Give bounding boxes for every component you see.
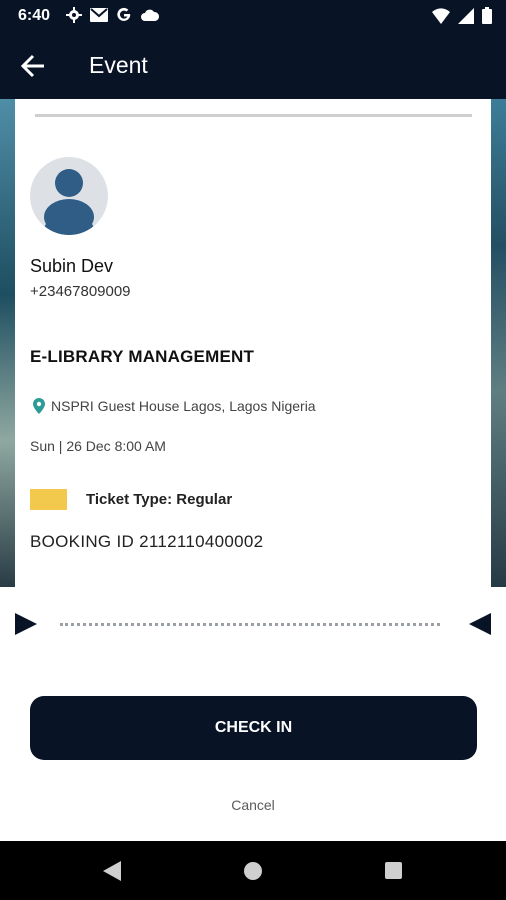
- arrow-left-icon: [20, 54, 44, 78]
- status-icons-right: [432, 7, 492, 24]
- location-pin-icon: [33, 398, 45, 414]
- attendee-name: Subin Dev: [30, 256, 114, 276]
- gear-icon: [66, 7, 82, 23]
- ticket-type-color-swatch: [30, 489, 67, 510]
- event-location-text: NSPRI Guest House Lagos, Lagos Nigeria: [51, 398, 316, 414]
- status-bar: 6:40: [0, 0, 506, 32]
- status-time: 6:40: [18, 7, 51, 24]
- status-icons-left: [66, 7, 160, 23]
- check-in-button[interactable]: CHECK IN: [30, 696, 477, 760]
- google-icon: [117, 7, 131, 21]
- event-datetime: Sun | 26 Dec 8:00 AM: [30, 438, 166, 454]
- android-nav-bar: [0, 841, 506, 900]
- user-silhouette-icon: [43, 169, 95, 235]
- booking-id: BOOKING ID 2112110400002: [30, 532, 264, 551]
- cloud-icon: [141, 9, 160, 21]
- gmail-icon: [90, 8, 108, 22]
- avatar: [30, 157, 108, 235]
- ticket-top-divider: [35, 114, 472, 117]
- nav-back-icon[interactable]: [103, 861, 121, 881]
- ticket-notch-left: [15, 613, 37, 635]
- event-location: NSPRI Guest House Lagos, Lagos Nigeria: [33, 398, 316, 414]
- back-button[interactable]: [20, 52, 50, 80]
- signal-icon: [458, 7, 474, 24]
- battery-icon: [482, 7, 492, 24]
- event-title: E-LIBRARY MANAGEMENT: [30, 347, 255, 366]
- nav-recents-icon[interactable]: [385, 862, 402, 879]
- wifi-icon: [432, 7, 450, 24]
- app-bar: Event: [0, 32, 506, 99]
- ticket-type-label: Ticket Type: Regular: [86, 491, 233, 508]
- ticket-notch-right: [469, 613, 491, 635]
- attendee-phone: +23467809009: [30, 283, 131, 300]
- page-title: Event: [89, 52, 148, 78]
- cancel-link[interactable]: Cancel: [0, 797, 506, 813]
- nav-home-icon[interactable]: [244, 862, 262, 880]
- ticket-card: Subin Dev +23467809009 E-LIBRARY MANAGEM…: [15, 99, 491, 587]
- ticket-perforation: [0, 612, 506, 638]
- dotted-separator: [60, 623, 440, 626]
